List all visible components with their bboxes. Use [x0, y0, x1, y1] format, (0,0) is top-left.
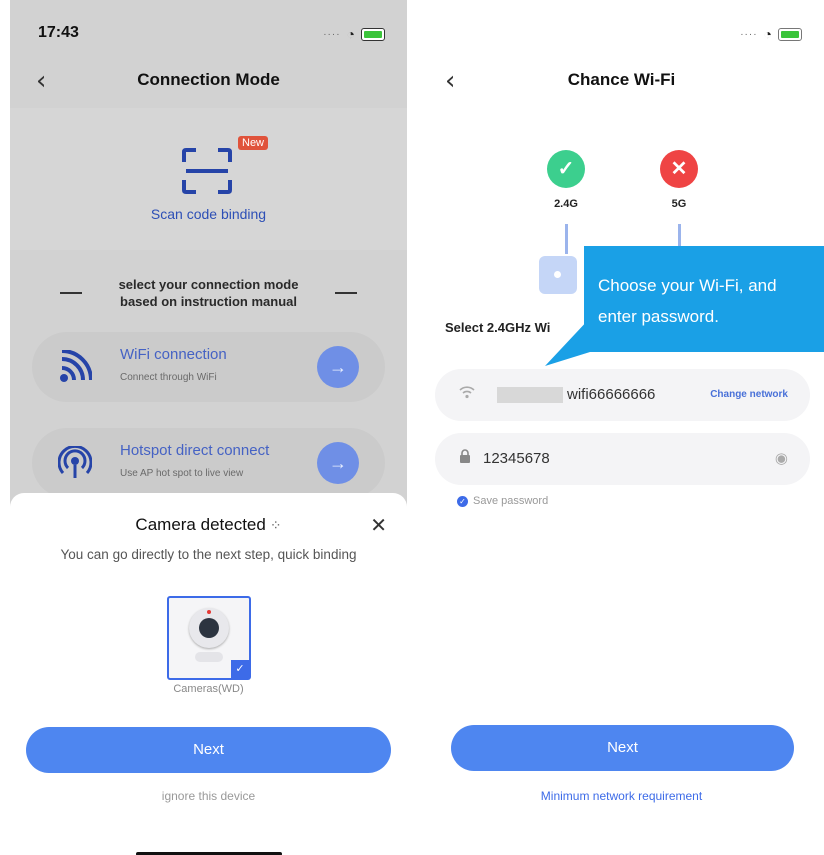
wifi-ssid: wifi66666666	[567, 386, 656, 403]
status-bar: 17:43 ···· ◔	[10, 0, 407, 58]
new-badge: New	[238, 136, 269, 150]
save-password-label: Save password	[473, 495, 549, 507]
camera-base	[195, 652, 223, 662]
callout-text: Choose your Wi-Fi, and enter password.	[598, 270, 816, 332]
page-title: Connection Mode	[137, 70, 280, 89]
redacted-ssid-prefix	[497, 387, 563, 403]
sheet-title: Camera detected ⁘	[10, 515, 407, 535]
status-time: 17:43	[38, 24, 79, 41]
band-5g-label: 5G	[671, 198, 687, 210]
scan-code-card[interactable]: New Scan code binding	[10, 108, 407, 250]
scan-code-label: Scan code binding	[150, 206, 267, 222]
wifi-connection-card[interactable]: WiFi connection Connect through WiFi →	[32, 332, 385, 402]
wifi-icon	[459, 385, 475, 402]
hotspot-connect-title: Hotspot direct connect	[120, 442, 270, 459]
change-network-link[interactable]: Change network	[710, 389, 788, 400]
wifi-signal-icon	[60, 350, 92, 382]
page-title: Chance Wi-Fi	[567, 70, 676, 89]
wifi-connection-title: WiFi connection	[120, 346, 227, 363]
x-circle-icon: ✕	[660, 150, 698, 188]
scan-icon	[182, 148, 232, 194]
camera-device-card[interactable]: ✓	[167, 596, 251, 680]
select-mode-line1: select your connection mode	[118, 277, 299, 292]
loading-spinner-icon: ⁘	[269, 517, 282, 533]
signal-icon: ····	[323, 28, 341, 40]
hotspot-connect-subtitle: Use AP hot spot to live view	[120, 468, 244, 479]
select-mode-text: select your connection mode based on ins…	[10, 276, 407, 310]
select-band-label: Select 2.4GHz Wi	[445, 320, 551, 335]
password-value: 12345678	[483, 450, 550, 467]
hotspot-connect-arrow-button[interactable]: →	[317, 442, 359, 484]
band-24g-label: 2.4G	[554, 198, 578, 210]
next-button[interactable]: Next	[451, 725, 794, 771]
status-bar-right: ···· ◔	[419, 0, 824, 58]
connection-mode-screen: 17:43 ···· ◔ ‹ Connection Mode New Scan …	[10, 0, 407, 855]
camera-detected-sheet: Camera detected ⁘ ✕ You can go directly t…	[10, 493, 407, 855]
save-password-option[interactable]: ✓ Save password	[457, 495, 548, 507]
status-icons-right: ···· ◔	[740, 26, 802, 42]
battery-icon	[361, 27, 385, 41]
sheet-title-text: Camera detected	[135, 515, 266, 534]
callout-line2: enter password.	[598, 307, 719, 326]
minimum-requirement-link[interactable]: Minimum network requirement	[419, 789, 824, 803]
battery-icon	[778, 27, 802, 41]
check-icon: ✓	[457, 495, 468, 507]
wifi-icon: ◔	[763, 26, 772, 42]
callout-line1: Choose your Wi-Fi, and	[598, 276, 777, 295]
selected-check-icon: ✓	[231, 660, 249, 678]
check-circle-icon: ✓	[547, 150, 585, 188]
navbar: ‹ Connection Mode	[10, 58, 407, 104]
password-field[interactable]: 12345678 ◉	[435, 433, 810, 485]
instruction-callout: Choose your Wi-Fi, and enter password.	[584, 246, 824, 352]
wifi-network-field[interactable]: wifi66666666 Change network	[435, 369, 810, 421]
antenna-left	[565, 224, 568, 254]
ignore-device-link[interactable]: ignore this device	[10, 789, 407, 803]
router-icon	[539, 256, 577, 294]
wifi-icon: ◔	[346, 26, 355, 42]
hotspot-connect-card[interactable]: Hotspot direct connect Use AP hot spot t…	[32, 428, 385, 498]
next-button[interactable]: Next	[26, 727, 391, 773]
camera-indicator	[207, 610, 211, 614]
signal-icon: ····	[740, 28, 758, 40]
sheet-subtitle: You can go directly to the next step, qu…	[60, 547, 357, 562]
wifi-connection-subtitle: Connect through WiFi	[120, 372, 217, 383]
select-mode-line2: based on instruction manual	[120, 294, 297, 309]
navbar-right: ‹ Chance Wi-Fi	[419, 58, 824, 104]
wifi-connection-arrow-button[interactable]: →	[317, 346, 359, 388]
hotspot-icon	[58, 446, 92, 478]
status-icons: ···· ◔	[323, 26, 385, 42]
close-icon[interactable]: ✕	[370, 513, 387, 538]
choose-wifi-screen: ···· ◔ ‹ Chance Wi-Fi ✓ 2.4G ✕ 5G Select…	[419, 0, 824, 855]
camera-lens	[199, 618, 219, 638]
eye-icon[interactable]: ◉	[775, 449, 788, 467]
lock-icon	[459, 449, 471, 466]
camera-label: Cameras(WD)	[173, 683, 244, 695]
